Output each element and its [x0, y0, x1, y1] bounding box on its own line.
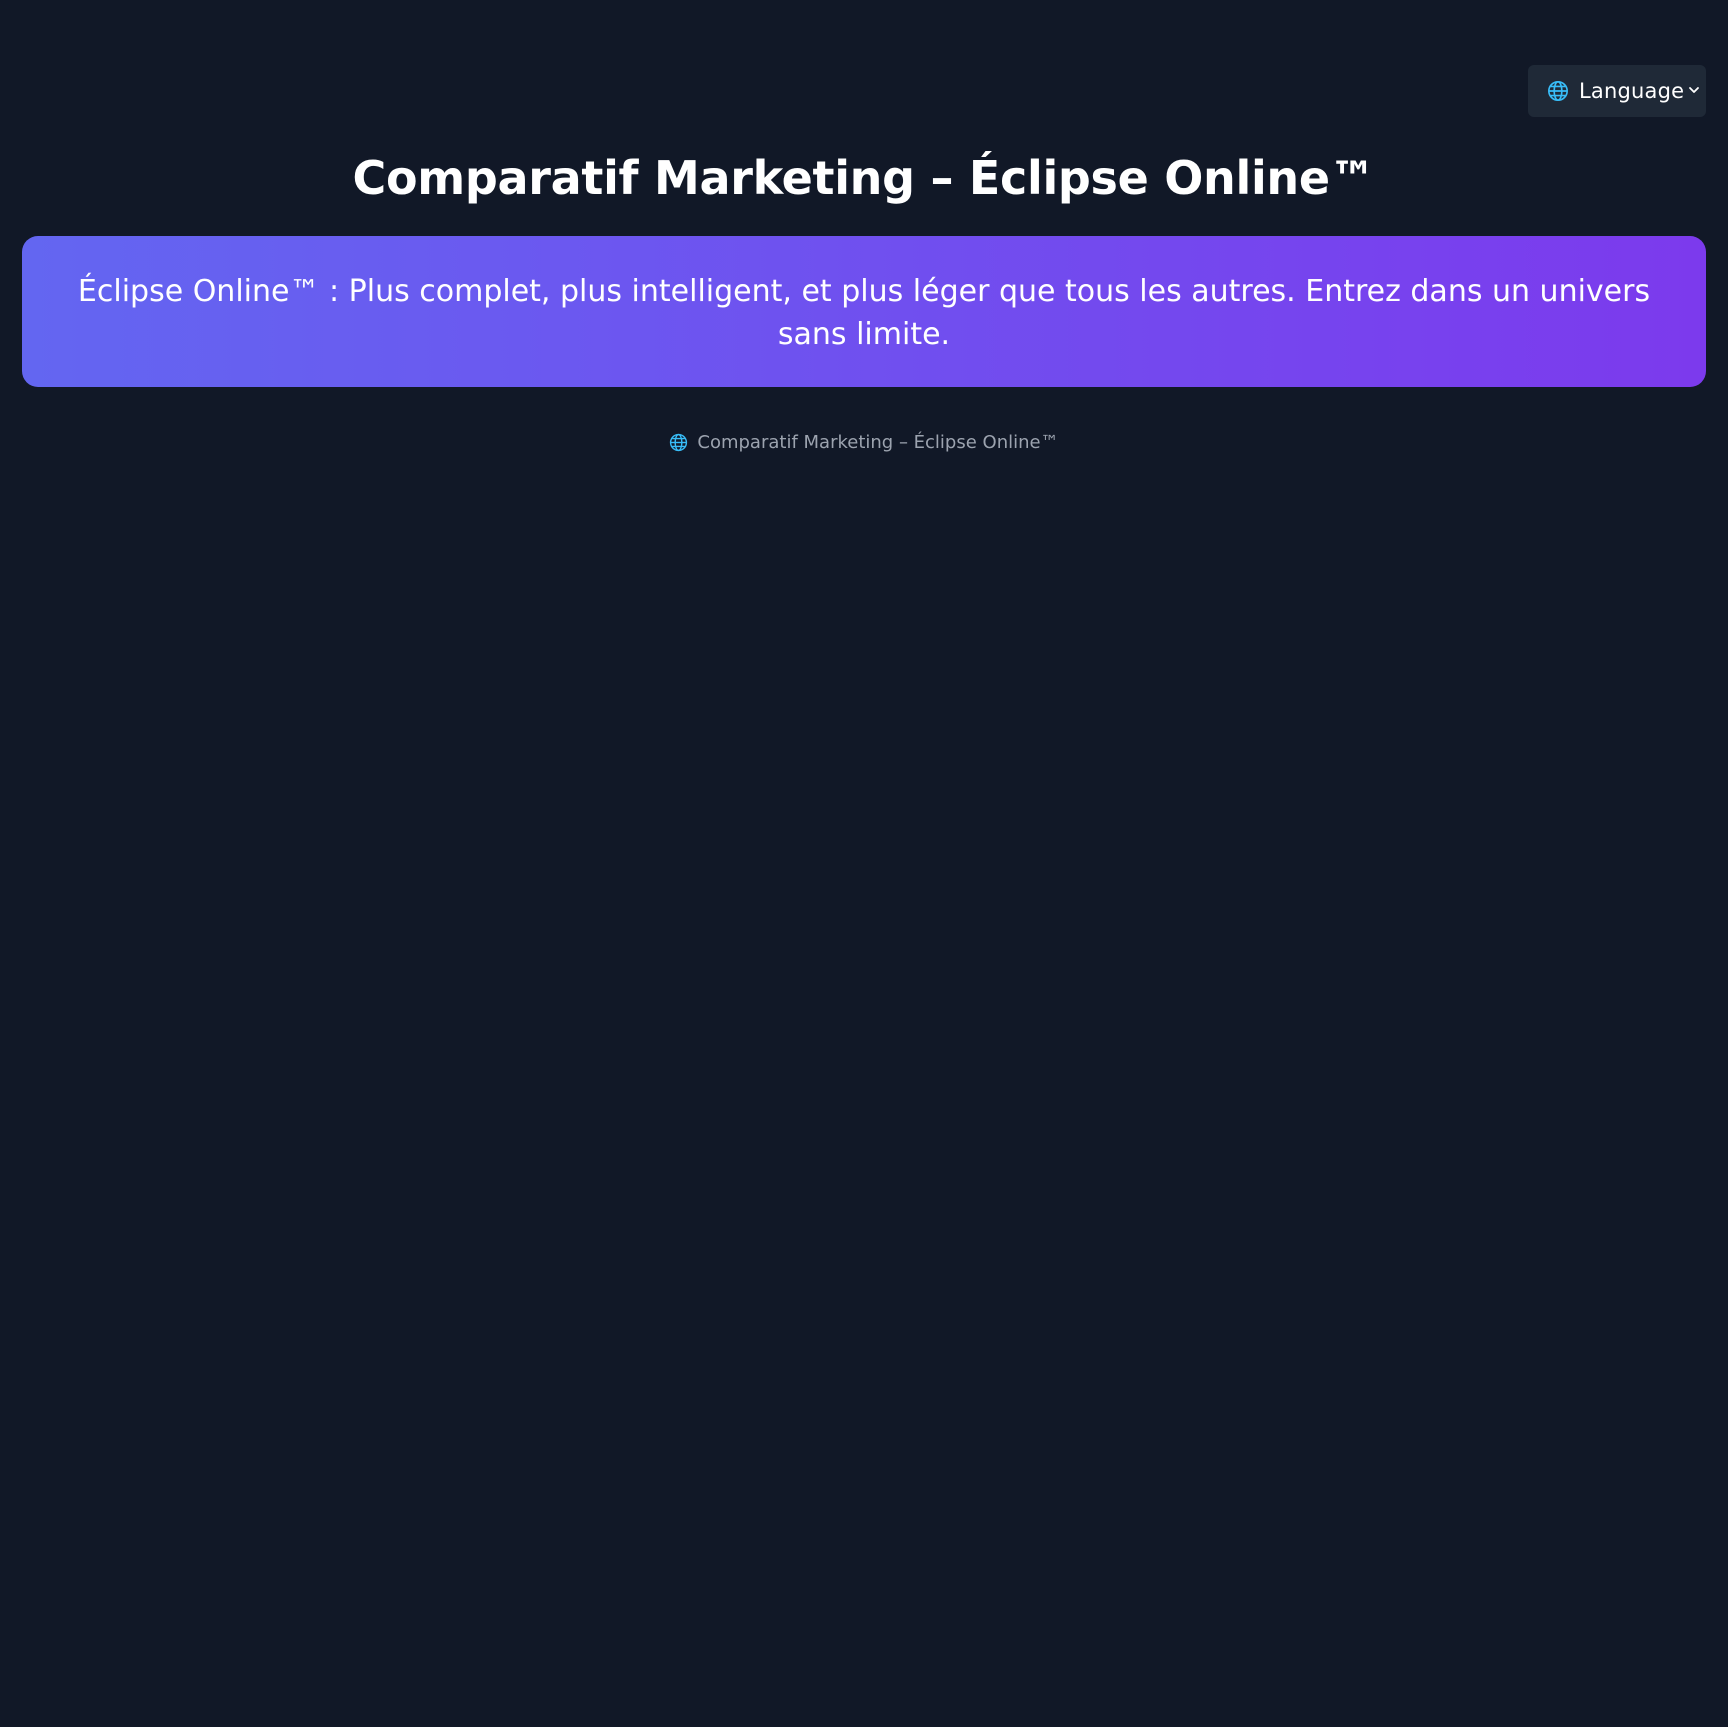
page: Language Comparatif Marketing – Éclipse …	[0, 0, 1728, 1727]
footer: Comparatif Marketing – Éclipse Online™	[0, 432, 1728, 453]
footer-text: Comparatif Marketing – Éclipse Online™	[697, 432, 1059, 453]
language-select[interactable]: Language	[1528, 65, 1706, 117]
language-select-label: Language	[1579, 79, 1685, 103]
globe-icon	[1547, 80, 1569, 102]
hero-banner: Éclipse Online™ : Plus complet, plus int…	[22, 236, 1706, 387]
banner-text: Éclipse Online™ : Plus complet, plus int…	[77, 274, 1651, 352]
globe-icon	[669, 433, 688, 452]
chevron-down-icon	[1686, 82, 1702, 98]
page-title: Comparatif Marketing – Éclipse Online™	[352, 151, 1376, 205]
